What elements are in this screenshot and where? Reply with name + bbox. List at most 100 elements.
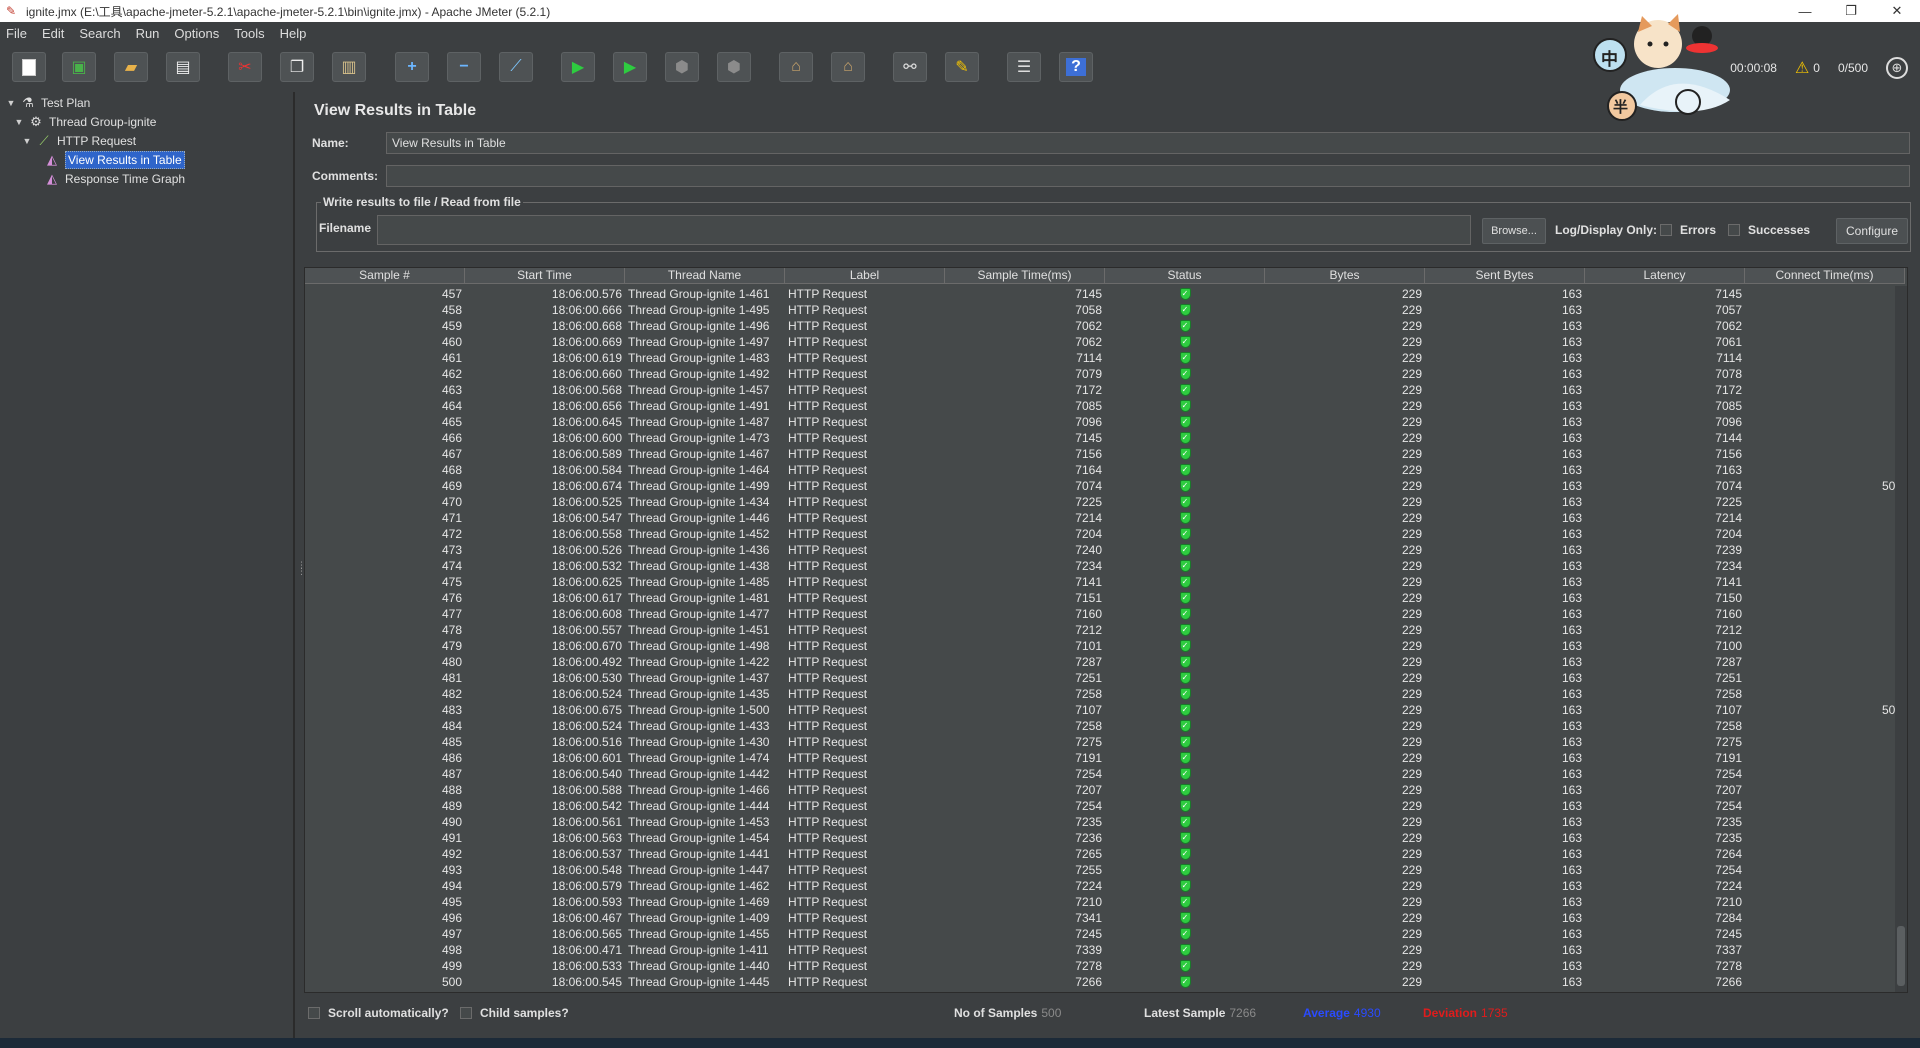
configure-button[interactable]: Configure [1836,218,1908,244]
comments-input[interactable] [386,165,1910,187]
table-row[interactable]: 480 18:06:00.492 Thread Group-ignite 1-422… [305,654,1905,670]
table-row[interactable]: 460 18:06:00.669 Thread Group-ignite 1-497… [305,334,1905,350]
column-header[interactable]: Bytes [1265,268,1425,284]
shutdown-button[interactable]: ⬢ [717,52,751,82]
table-row[interactable]: 470 18:06:00.525 Thread Group-ignite 1-434… [305,494,1905,510]
scroll-auto-checkbox[interactable]: Scroll automatically? [308,1006,449,1020]
minimize-button[interactable]: — [1782,0,1828,22]
table-row[interactable]: 492 18:06:00.537 Thread Group-ignite 1-441… [305,846,1905,862]
table-row[interactable]: 467 18:06:00.589 Thread Group-ignite 1-467… [305,446,1905,462]
table-row[interactable]: 494 18:06:00.579 Thread Group-ignite 1-462… [305,878,1905,894]
menu-help[interactable]: Help [280,26,307,41]
successes-checkbox[interactable]: Successes [1728,223,1810,237]
tree-node-test-plan[interactable]: ▼ ⚗ Test Plan [6,93,91,112]
clear-all-button[interactable]: ⌂ [831,52,865,82]
table-row[interactable]: 490 18:06:00.561 Thread Group-ignite 1-453… [305,814,1905,830]
search-button[interactable]: ⚯ [893,52,927,82]
warning-count[interactable]: 0 [1813,61,1820,75]
column-header[interactable]: Sent Bytes [1425,268,1585,284]
column-header[interactable]: Sample Time(ms) [945,268,1105,284]
table-row[interactable]: 479 18:06:00.670 Thread Group-ignite 1-498… [305,638,1905,654]
function-helper-button[interactable]: ☰ [1007,52,1041,82]
child-samples-checkbox[interactable]: Child samples? [460,1006,569,1020]
table-row[interactable]: 461 18:06:00.619 Thread Group-ignite 1-483… [305,350,1905,366]
cut-button[interactable]: ✂ [228,52,262,82]
toggle-button[interactable]: ⟋ [499,52,533,82]
table-row[interactable]: 488 18:06:00.588 Thread Group-ignite 1-466… [305,782,1905,798]
scroll-auto-checkbox-box[interactable] [308,1007,320,1019]
table-row[interactable]: 462 18:06:00.660 Thread Group-ignite 1-492… [305,366,1905,382]
table-row[interactable]: 491 18:06:00.563 Thread Group-ignite 1-454… [305,830,1905,846]
table-row[interactable]: 458 18:06:00.666 Thread Group-ignite 1-495… [305,302,1905,318]
name-input[interactable]: View Results in Table [386,132,1910,154]
scrollbar-thumb[interactable] [1897,926,1905,986]
table-row[interactable]: 463 18:06:00.568 Thread Group-ignite 1-457… [305,382,1905,398]
table-row[interactable]: 484 18:06:00.524 Thread Group-ignite 1-433… [305,718,1905,734]
table-row[interactable]: 464 18:06:00.656 Thread Group-ignite 1-491… [305,398,1905,414]
tree-node-thread-group[interactable]: ▼ ⚙ Thread Group-ignite [14,112,157,131]
paste-button[interactable]: ▥ [332,52,366,82]
copy-button[interactable]: ❐ [280,52,314,82]
menu-edit[interactable]: Edit [42,26,64,41]
tree-node-http-request[interactable]: ▼ ⟋ HTTP Request [22,131,137,150]
table-row[interactable]: 469 18:06:00.674 Thread Group-ignite 1-499… [305,478,1905,494]
warning-icon[interactable]: ⚠ [1795,58,1809,78]
tree-node-view-results-table[interactable]: ◭ View Results in Table [44,150,185,169]
table-row[interactable]: 500 18:06:00.545 Thread Group-ignite 1-445… [305,974,1905,990]
restore-button[interactable]: ❐ [1828,0,1874,22]
start-button[interactable]: ▶ [561,52,595,82]
stop-button[interactable]: ⬢ [665,52,699,82]
clear-button[interactable]: ⌂ [779,52,813,82]
column-header[interactable]: Sample # [305,268,465,284]
table-row[interactable]: 486 18:06:00.601 Thread Group-ignite 1-474… [305,750,1905,766]
reset-search-button[interactable]: ✎ [945,52,979,82]
column-header[interactable]: Start Time [465,268,625,284]
menu-run[interactable]: Run [136,26,160,41]
templates-button[interactable]: ▣ [62,52,96,82]
close-button[interactable]: ✕ [1874,0,1920,22]
table-row[interactable]: 466 18:06:00.600 Thread Group-ignite 1-473… [305,430,1905,446]
collapse-icon[interactable]: ▼ [6,98,16,108]
collapse-icon[interactable]: ▼ [14,117,24,127]
child-samples-checkbox-box[interactable] [460,1007,472,1019]
successes-checkbox-box[interactable] [1728,224,1740,236]
table-row[interactable]: 476 18:06:00.617 Thread Group-ignite 1-481… [305,590,1905,606]
menu-file[interactable]: File [6,26,27,41]
column-header[interactable]: Status [1105,268,1265,284]
table-row[interactable]: 472 18:06:00.558 Thread Group-ignite 1-452… [305,526,1905,542]
browse-button[interactable]: Browse... [1482,218,1546,244]
save-button[interactable]: ▤ [166,52,200,82]
remote-globe-icon[interactable]: ⊕ [1886,57,1908,79]
start-no-pauses-button[interactable]: ▶ [613,52,647,82]
table-row[interactable]: 481 18:06:00.530 Thread Group-ignite 1-437… [305,670,1905,686]
tree-node-response-time-graph[interactable]: ◭ Response Time Graph [44,169,185,188]
column-header[interactable]: Latency [1585,268,1745,284]
table-row[interactable]: 465 18:06:00.645 Thread Group-ignite 1-487… [305,414,1905,430]
table-row[interactable]: 496 18:06:00.467 Thread Group-ignite 1-409… [305,910,1905,926]
errors-checkbox[interactable]: Errors [1660,223,1716,237]
column-header[interactable]: Connect Time(ms) [1745,268,1905,284]
table-row[interactable]: 483 18:06:00.675 Thread Group-ignite 1-500… [305,702,1905,718]
column-header[interactable]: Label [785,268,945,284]
new-button[interactable] [12,52,46,82]
table-row[interactable]: 478 18:06:00.557 Thread Group-ignite 1-451… [305,622,1905,638]
column-header[interactable]: Thread Name [625,268,785,284]
collapse-all-button[interactable]: − [447,52,481,82]
menu-tools[interactable]: Tools [234,26,264,41]
menu-search[interactable]: Search [79,26,120,41]
table-row[interactable]: 497 18:06:00.565 Thread Group-ignite 1-455… [305,926,1905,942]
table-row[interactable]: 471 18:06:00.547 Thread Group-ignite 1-446… [305,510,1905,526]
vertical-scrollbar[interactable] [1895,286,1907,992]
table-row[interactable]: 487 18:06:00.540 Thread Group-ignite 1-442… [305,766,1905,782]
table-row[interactable]: 468 18:06:00.584 Thread Group-ignite 1-464… [305,462,1905,478]
table-row[interactable]: 485 18:06:00.516 Thread Group-ignite 1-430… [305,734,1905,750]
split-pane-divider[interactable]: ⋮⋮ [294,92,306,1038]
table-row[interactable]: 473 18:06:00.526 Thread Group-ignite 1-436… [305,542,1905,558]
open-button[interactable]: ▰ [114,52,148,82]
table-row[interactable]: 459 18:06:00.668 Thread Group-ignite 1-496… [305,318,1905,334]
table-row[interactable]: 499 18:06:00.533 Thread Group-ignite 1-440… [305,958,1905,974]
menu-options[interactable]: Options [174,26,219,41]
filename-input[interactable] [377,215,1471,245]
table-row[interactable]: 489 18:06:00.542 Thread Group-ignite 1-444… [305,798,1905,814]
table-row[interactable]: 482 18:06:00.524 Thread Group-ignite 1-435… [305,686,1905,702]
